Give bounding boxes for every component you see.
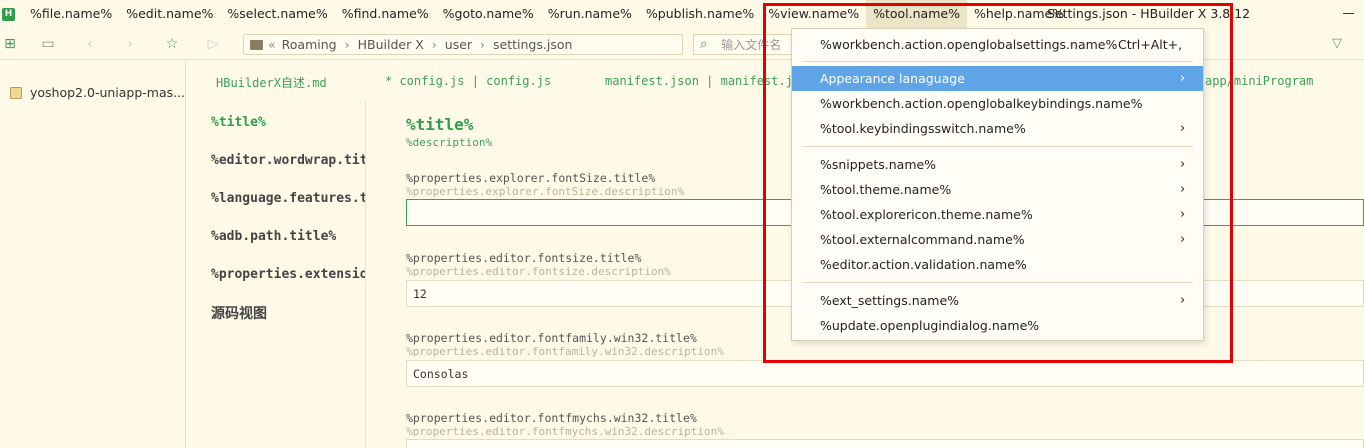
menu-item-keybindings-switch[interactable]: %tool.keybindingsswitch.name% › (792, 116, 1203, 141)
run-icon[interactable]: ▷ (205, 36, 221, 52)
project-item[interactable]: yoshop2.0-uniapp-mas... (10, 85, 185, 100)
nav-extensions[interactable]: %properties.extensions.title% (211, 267, 365, 282)
menu-separator (802, 146, 1193, 147)
menu-run[interactable]: %run.name% (541, 0, 639, 28)
chevron-right-icon: › (344, 37, 350, 52)
filter-icon[interactable]: ▽ (1332, 36, 1342, 51)
menu-item-ext-settings[interactable]: %ext_settings.name% › (792, 288, 1203, 313)
menu-item-theme[interactable]: %tool.theme.name% › (792, 177, 1203, 202)
menu-item-validation[interactable]: %editor.action.validation.name% (792, 252, 1203, 277)
chevron-right-icon: › (1180, 71, 1186, 86)
menu-item-snippets[interactable]: %snippets.name% › (792, 152, 1203, 177)
nav-source-view[interactable]: 源码视图 (211, 303, 267, 323)
menu-publish[interactable]: %publish.name% (639, 0, 761, 28)
menu-item-label: %tool.theme.name% (820, 182, 952, 197)
menu-view[interactable]: %view.name% (761, 0, 866, 28)
hbuilder-logo-icon: H (2, 7, 15, 21)
save-icon[interactable]: ▭ (40, 36, 56, 52)
nav-adb-path[interactable]: %adb.path.title% (211, 229, 336, 244)
folder-icon (250, 39, 263, 50)
menu-item-label: %ext_settings.name% (820, 293, 960, 308)
menu-item-explorer-icon-theme[interactable]: %tool.explorericon.theme.name% › (792, 202, 1203, 227)
chevron-right-icon: › (431, 37, 437, 52)
menu-item-label: Appearance lanaguage (820, 71, 965, 86)
prop-title: %properties.explorer.fontSize.title% (406, 171, 656, 185)
prop-title: %properties.editor.fontfmychs.win32.titl… (406, 411, 697, 425)
chevron-right-icon: › (1180, 121, 1186, 136)
menu-edit[interactable]: %edit.name% (119, 0, 220, 28)
nav-wordwrap[interactable]: %editor.wordwrap.title% (211, 153, 365, 168)
chevron-right-icon: › (1180, 232, 1186, 247)
file-search-placeholder: 输入文件名 (721, 38, 782, 52)
menu-item-label: %tool.explorericon.theme.name% (820, 207, 1033, 222)
menu-item-label: %snippets.name% (820, 157, 937, 172)
prop-title: %properties.editor.fontsize.title% (406, 251, 642, 265)
editor-fontfmychs-input[interactable] (406, 439, 1364, 448)
breadcrumb-back[interactable]: « (268, 37, 276, 52)
menu-item-label: %editor.action.validation.name% (820, 257, 1027, 272)
star-icon[interactable]: ☆ (164, 36, 180, 52)
menu-find[interactable]: %find.name% (335, 0, 436, 28)
tab-manifest-json[interactable]: manifest.json | manifest.js (605, 74, 800, 88)
tab-config-js[interactable]: * config.js | config.js (385, 74, 551, 88)
menu-file[interactable]: %file.name% (23, 0, 119, 28)
forward-icon[interactable]: › (122, 36, 138, 52)
chevron-right-icon: › (480, 37, 486, 52)
breadcrumb-user[interactable]: user (445, 37, 472, 52)
nav-title[interactable]: %title% (211, 115, 266, 130)
prop-description: %properties.editor.fontfamily.win32.desc… (406, 345, 724, 358)
section-description: %description% (406, 136, 493, 149)
file-search-input[interactable]: ⌕ 输入文件名 (693, 34, 803, 55)
window-title: Settings.json - HBuilder X 3.8.12 (1047, 6, 1251, 21)
breadcrumb-settings-json[interactable]: settings.json (493, 37, 572, 52)
project-icon (10, 86, 22, 99)
menu-item-label: %workbench.action.openglobalkeybindings.… (820, 96, 1143, 111)
menu-separator (802, 282, 1193, 283)
minimize-icon[interactable] (1343, 13, 1354, 14)
new-file-icon[interactable]: ⊞ (2, 36, 18, 52)
menu-item-external-command[interactable]: %tool.externalcommand.name% › (792, 227, 1203, 252)
menu-item-label: %tool.externalcommand.name% (820, 232, 1025, 247)
menu-goto[interactable]: %goto.name% (436, 0, 541, 28)
menu-item-label: %workbench.action.openglobalsettings.nam… (820, 37, 1118, 52)
chevron-right-icon: › (1180, 157, 1186, 172)
search-icon: ⌕ (700, 37, 708, 52)
menu-item-appearance-language[interactable]: Appearance lanaguage › (792, 66, 1203, 91)
menu-item-global-settings[interactable]: %workbench.action.openglobalsettings.nam… (792, 32, 1203, 57)
menu-item-shortcut: Ctrl+Alt+, (1118, 37, 1183, 52)
menu-item-label: %update.openplugindialog.name% (820, 318, 1040, 333)
back-icon[interactable]: ‹ (82, 36, 98, 52)
tool-menu-dropdown: %workbench.action.openglobalsettings.nam… (791, 28, 1204, 341)
prop-title: %properties.editor.fontfamily.win32.titl… (406, 331, 697, 345)
chevron-right-icon: › (1180, 182, 1186, 197)
breadcrumb-hbuilderx[interactable]: HBuilder X (358, 37, 424, 52)
menu-item-label: %tool.keybindingsswitch.name% (820, 121, 1026, 136)
breadcrumb-roaming[interactable]: Roaming (282, 37, 337, 52)
nav-language-features[interactable]: %language.features.title% (211, 191, 365, 206)
menu-item-global-keybindings[interactable]: %workbench.action.openglobalkeybindings.… (792, 91, 1203, 116)
prop-description: %properties.editor.fontsize.description% (406, 265, 671, 278)
menu-select[interactable]: %select.name% (220, 0, 334, 28)
section-title: %title% (406, 115, 474, 134)
menu-separator (802, 61, 1193, 62)
menu-item-plugin-dialog[interactable]: %update.openplugindialog.name% (792, 313, 1203, 338)
prop-description: %properties.explorer.fontSize.descriptio… (406, 185, 685, 198)
editor-fontfamily-input[interactable]: Consolas (406, 360, 1364, 387)
settings-nav: %title% %editor.wordwrap.title% %languag… (187, 101, 365, 448)
project-name: yoshop2.0-uniapp-mas... (30, 85, 186, 100)
chevron-right-icon: › (1180, 207, 1186, 222)
tab-readme[interactable]: HBuilderX自述.md (216, 74, 327, 91)
breadcrumb: « Roaming › HBuilder X › user › settings… (243, 34, 683, 55)
project-explorer: yoshop2.0-uniapp-mas... (0, 61, 186, 448)
menu-tool[interactable]: %tool.name% (866, 0, 967, 28)
chevron-right-icon: › (1180, 293, 1186, 308)
prop-description: %properties.editor.fontfmychs.win32.desc… (406, 425, 724, 438)
tab-miniprogram[interactable]: app/miniProgram (1205, 74, 1313, 88)
